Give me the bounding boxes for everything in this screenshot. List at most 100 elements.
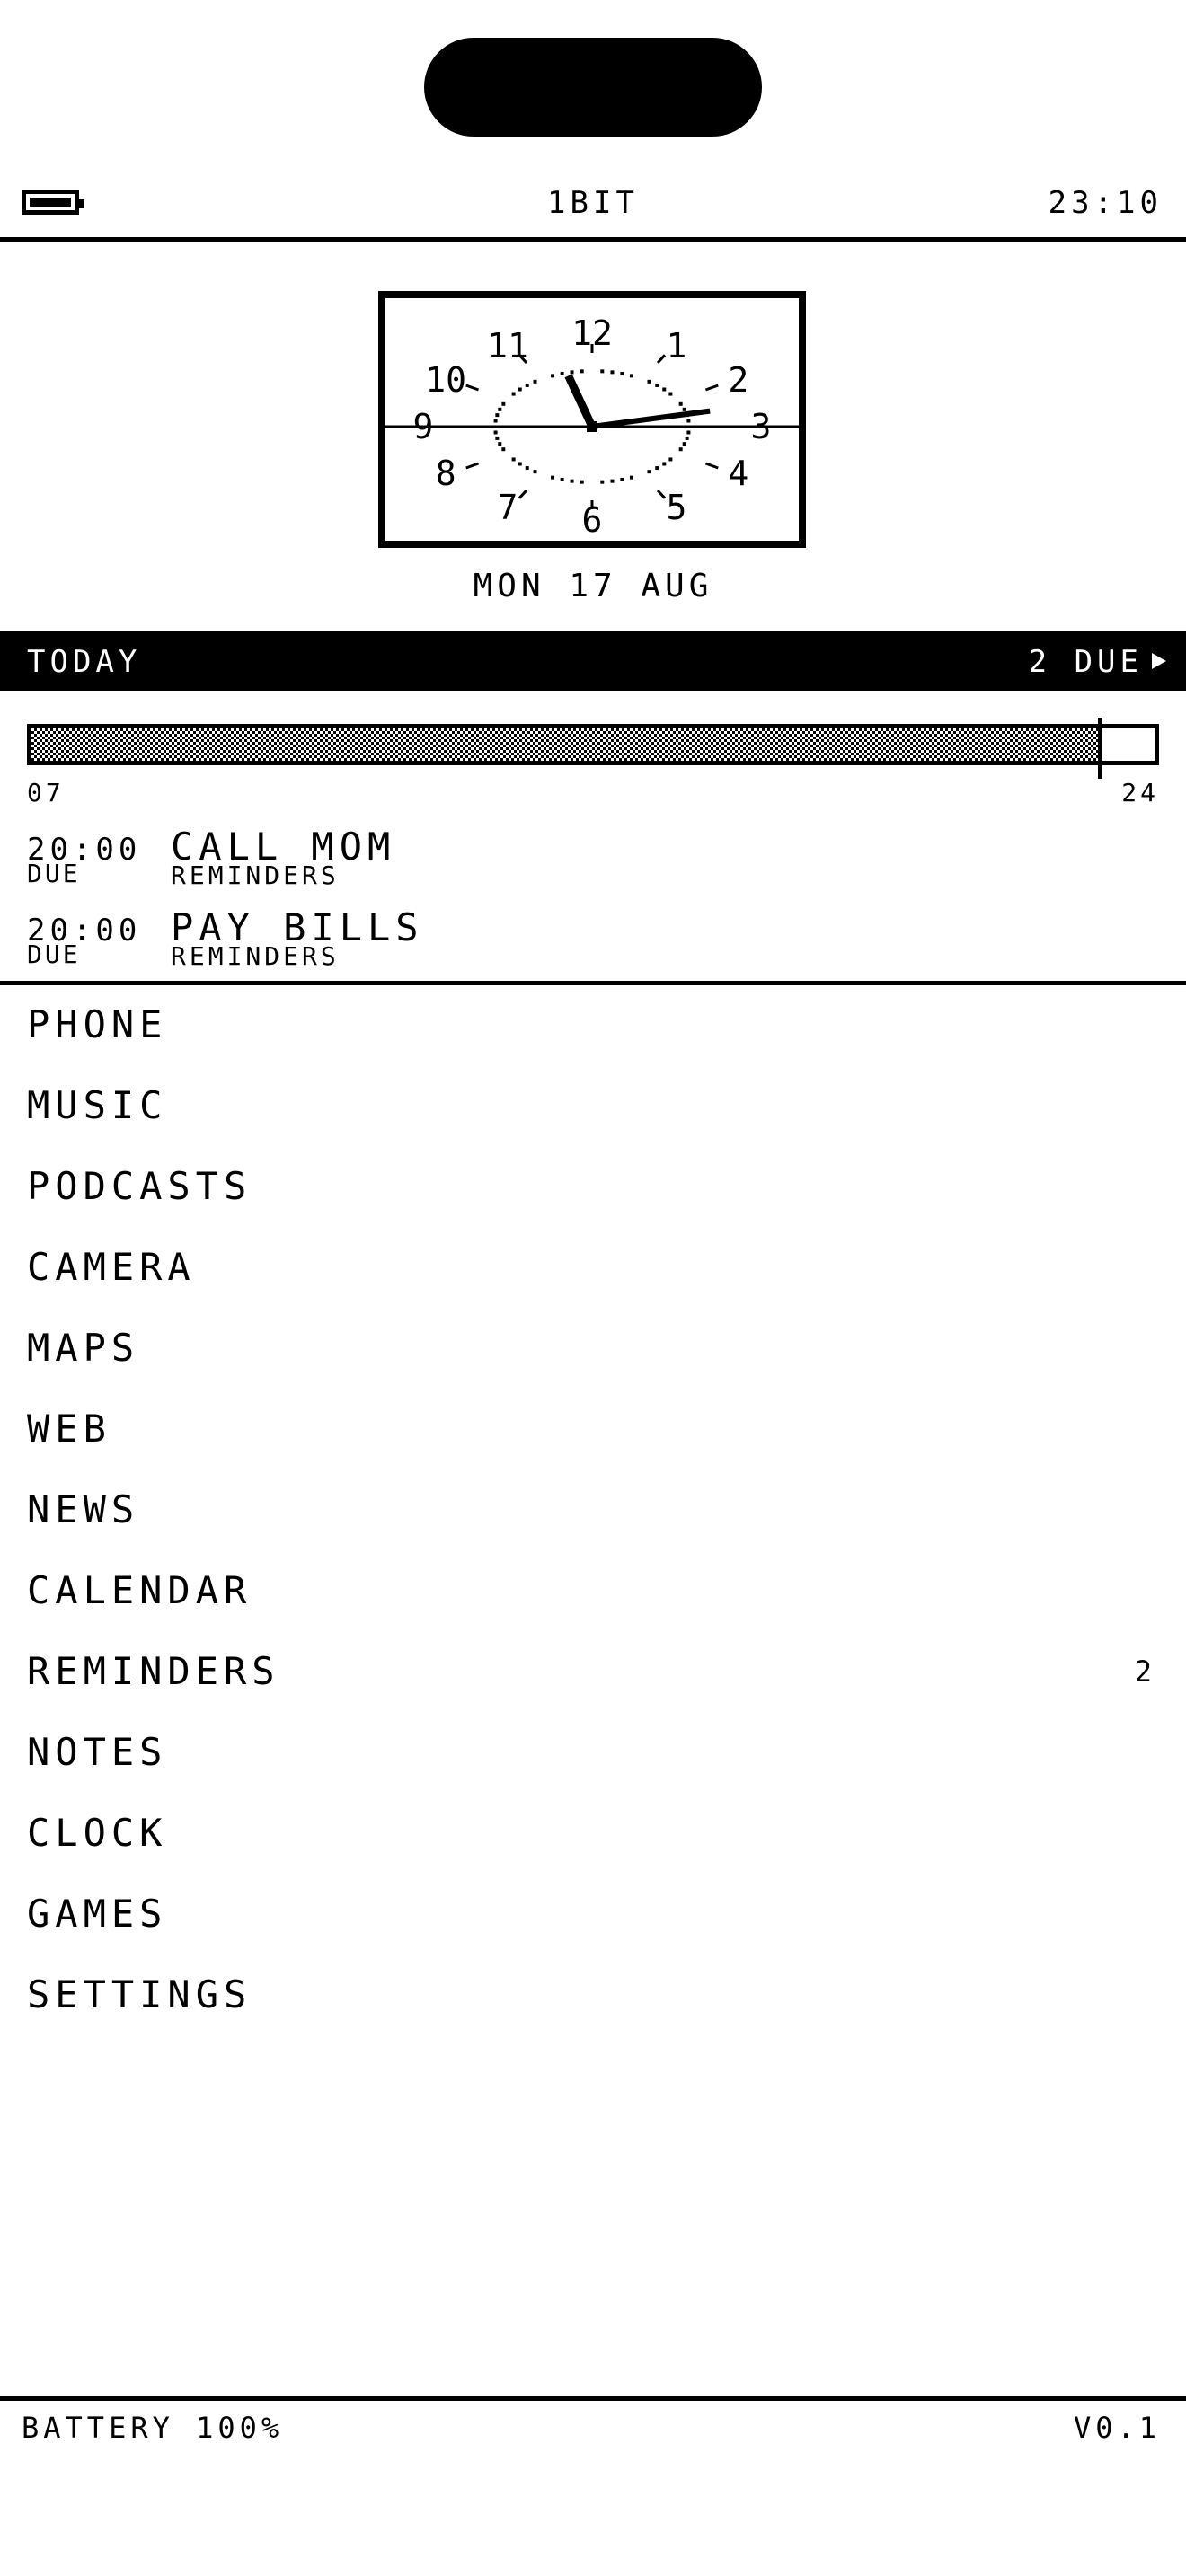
clock-minute-dot (686, 419, 691, 423)
clock-numeral: 10 (425, 360, 466, 400)
status-title: 1BIT (547, 185, 639, 221)
progress-end-label: 24 (1121, 778, 1159, 807)
battery-status: BATTERY 100% (22, 2411, 284, 2445)
clock-minute-dot (511, 457, 516, 462)
clock-center-pin (587, 421, 597, 432)
clock-minute-dot (570, 370, 574, 375)
status-divider (0, 237, 1186, 242)
clock-numeral: 9 (413, 407, 434, 446)
today-header[interactable]: TODAY 2 DUE (0, 631, 1186, 691)
clock-minute-dot (662, 387, 667, 392)
clock-hour-tick (465, 384, 480, 392)
status-time: 23:10 (1048, 185, 1163, 221)
clock-minute-dot (580, 480, 584, 484)
progress-start-label: 07 (27, 778, 65, 807)
clock-hour-hand (564, 374, 597, 432)
current-time-marker (1098, 718, 1102, 779)
menu-item-news[interactable]: NEWS (0, 1473, 1186, 1554)
clock-minute-dot (600, 480, 605, 484)
clock-minute-dot (655, 466, 659, 471)
menu-item-games[interactable]: GAMES (0, 1877, 1186, 1958)
task-status: DUE (27, 940, 81, 969)
clock-minute-hand (589, 408, 711, 430)
clock-minute-dot (685, 436, 689, 440)
menu-item-clock[interactable]: CLOCK (0, 1796, 1186, 1877)
task-source: REMINDERS (171, 941, 340, 971)
clock-minute-dot (525, 383, 529, 387)
clock-numeral: 8 (436, 454, 456, 493)
dynamic-island (424, 38, 762, 137)
clock-numeral: 11 (487, 326, 528, 366)
menu-item-calendar[interactable]: CALENDAR (0, 1554, 1186, 1635)
task-source: REMINDERS (171, 860, 340, 890)
menu-item-label: MUSIC (27, 1083, 168, 1127)
clock-minute-dot (668, 457, 673, 462)
clock-minute-dot (655, 383, 659, 387)
menu-item-label: NOTES (27, 1730, 168, 1774)
clock-minute-dot (551, 374, 555, 378)
clock-minute-dot (629, 475, 633, 480)
menu-item-label: REMINDERS (27, 1649, 280, 1693)
clock-minute-dot (560, 477, 564, 481)
play-arrow-icon (1152, 653, 1166, 669)
day-progress-bar (27, 718, 1159, 779)
clock-minute-dot (533, 470, 537, 474)
footer-divider (0, 2396, 1186, 2401)
task-item[interactable]: 20:00 DUE CALL MOM REMINDERS (27, 825, 1159, 900)
menu-item-phone[interactable]: PHONE (0, 988, 1186, 1069)
clock-hour-tick (704, 384, 719, 392)
date-label: MON 17 AUG (473, 568, 713, 604)
menu-item-label: CLOCK (27, 1811, 168, 1855)
clock-minute-dot (498, 407, 502, 411)
clock-minute-dot (686, 430, 691, 435)
clock-hour-tick (656, 489, 667, 499)
day-progress-remaining (1100, 728, 1155, 761)
clock-minute-dot (495, 413, 500, 418)
menu-item-label: CAMERA (27, 1245, 196, 1289)
menu-item-label: PODCASTS (27, 1164, 252, 1208)
clock-minute-dot (511, 392, 516, 396)
menu-item-settings[interactable]: SETTINGS (0, 1958, 1186, 2039)
clock-minute-dot (678, 401, 683, 406)
due-count: 2 DUE (1028, 644, 1143, 680)
clock-numeral: 1 (667, 326, 687, 366)
menu-item-maps[interactable]: MAPS (0, 1311, 1186, 1392)
task-status: DUE (27, 859, 81, 888)
clock-minute-dot (518, 387, 522, 392)
menu-item-label: GAMES (27, 1892, 168, 1936)
clock-minute-dot (493, 419, 498, 423)
task-item[interactable]: 20:00 DUE PAY BILLS REMINDERS (27, 905, 1159, 981)
menu-item-label: WEB (27, 1407, 111, 1451)
menu-item-camera[interactable]: CAMERA (0, 1231, 1186, 1311)
today-label: TODAY (27, 644, 142, 680)
menu-item-music[interactable]: MUSIC (0, 1069, 1186, 1150)
clock-minute-dot (501, 447, 506, 452)
menu-item-label: CALENDAR (27, 1568, 252, 1612)
menu-item-podcasts[interactable]: PODCASTS (0, 1150, 1186, 1231)
clock-numeral: 7 (498, 488, 518, 527)
clock-minute-dot (647, 379, 651, 384)
menu-item-notes[interactable]: NOTES (0, 1716, 1186, 1796)
clock-minute-dot (610, 479, 615, 483)
menu-item-web[interactable]: WEB (0, 1392, 1186, 1473)
clock-minute-dot (682, 442, 686, 446)
clock-numeral: 3 (751, 407, 772, 446)
clock-minute-dot (620, 372, 624, 376)
reminders-count-badge: 2 (1134, 1654, 1155, 1689)
version-label: V0.1 (1073, 2411, 1161, 2445)
clock-numeral: 5 (667, 488, 687, 527)
clock-minute-dot (629, 374, 633, 378)
clock-minute-dot (580, 369, 584, 374)
menu-item-label: PHONE (27, 1002, 168, 1046)
clock-minute-dot (600, 369, 605, 374)
menu-item-reminders[interactable]: REMINDERS 2 (0, 1635, 1186, 1716)
menu-item-label: SETTINGS (27, 1972, 252, 2016)
clock-minute-dot (518, 462, 522, 466)
clock-minute-dot (493, 430, 498, 435)
analog-clock[interactable]: 12 1 2 3 4 5 6 7 8 9 10 11 (378, 291, 806, 548)
clock-minute-dot (501, 401, 506, 406)
clock-minute-dot (610, 370, 615, 375)
clock-minute-dot (678, 447, 683, 452)
clock-numeral: 2 (728, 360, 748, 400)
menu-item-label: NEWS (27, 1487, 140, 1531)
